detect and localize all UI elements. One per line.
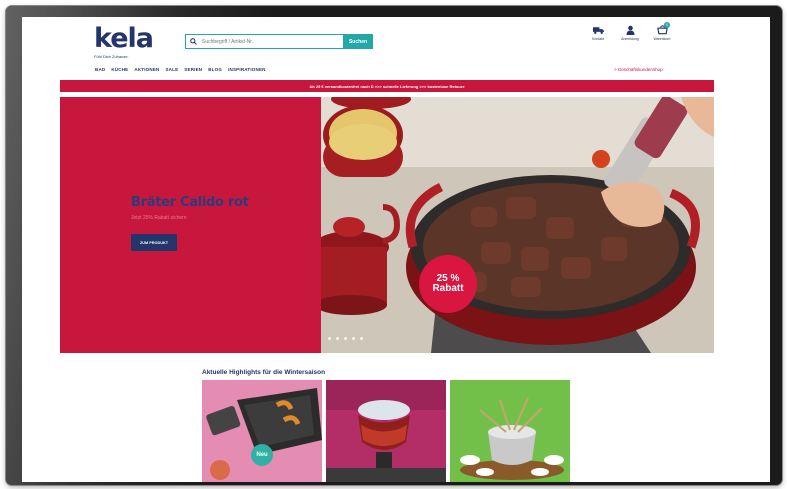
cart-label: Warenkorb (653, 37, 671, 41)
product-button[interactable]: ZUM PRODUKT (131, 234, 177, 251)
slider-dots (328, 337, 363, 340)
business-shop-link[interactable]: > Geschäftskundenshop (614, 67, 663, 72)
search-icon (186, 35, 200, 48)
fondue-photo (326, 380, 446, 482)
highlights-title: Aktuelle Highlights für die Wintersaison (202, 369, 326, 376)
nav-item-blog[interactable]: BLOG (208, 67, 222, 72)
logo-tagline: Fühl Dich Zuhause. (94, 54, 129, 59)
search-bar: Suchen (185, 34, 373, 49)
discount-word: Rabatt (432, 283, 464, 294)
login-label: Anmeldung (621, 37, 639, 41)
nav-item-inspirationen[interactable]: INSPIRATIONEN (228, 67, 266, 72)
contact-label: Kontakt (592, 37, 604, 41)
nav-item-aktionen[interactable]: AKTIONEN (134, 67, 159, 72)
fondue-set-photo (450, 380, 570, 482)
hero-slider: Bräter Calido rot Jetzt 25% Rabatt siche… (60, 97, 714, 353)
highlight-tile-fondue-set[interactable] (450, 380, 570, 482)
hero-subtitle: Jetzt 25% Rabatt sichern (131, 215, 187, 221)
nav-item-kueche[interactable]: KÜCHE (111, 67, 128, 72)
slider-dot[interactable] (344, 337, 347, 340)
slider-dot[interactable] (360, 337, 363, 340)
main-nav: BAD KÜCHE AKTIONEN SALE SERIEN BLOG INSP… (95, 67, 266, 72)
user-icon (626, 25, 634, 35)
nav-item-bad[interactable]: BAD (95, 67, 105, 72)
nav-item-sale[interactable]: SALE (165, 67, 178, 72)
slider-dot[interactable] (328, 337, 331, 340)
browser-screen: kela Fühl Dich Zuhause. Suchen Kontakt A… (22, 17, 770, 482)
promo-text: Ab 25 € versandkostenfrei nach D >>> sch… (309, 83, 465, 89)
header-icons: Kontakt Anmeldung 0 Warenkorb (587, 22, 673, 41)
kela-logo[interactable]: kela Fühl Dich Zuhause. (94, 23, 164, 60)
logo-wordmark: kela (94, 23, 154, 54)
cart-count-badge: 0 (664, 22, 670, 28)
truck-icon (592, 27, 604, 34)
casserole-photo (321, 97, 714, 353)
cart-link[interactable]: 0 Warenkorb (651, 22, 673, 41)
hero-image[interactable]: 25 % Rabatt (321, 97, 714, 353)
highlight-tile-raclette[interactable]: Neu (202, 380, 322, 482)
highlight-tile-fondue[interactable] (326, 380, 446, 482)
slider-dot[interactable] (352, 337, 355, 340)
promo-bar[interactable]: Ab 25 € versandkostenfrei nach D >>> sch… (60, 80, 714, 92)
contact-link[interactable]: Kontakt (587, 25, 609, 41)
hero-title: Bräter Calido rot (131, 195, 249, 210)
search-button[interactable]: Suchen (343, 34, 373, 49)
discount-badge: 25 % Rabatt (419, 255, 477, 313)
search-input[interactable] (200, 35, 343, 48)
new-badge: Neu (251, 444, 273, 466)
slider-dot[interactable] (336, 337, 339, 340)
raclette-photo (202, 380, 322, 482)
nav-item-serien[interactable]: SERIEN (184, 67, 202, 72)
hero-text-panel: Bräter Calido rot Jetzt 25% Rabatt siche… (60, 97, 321, 353)
login-link[interactable]: Anmeldung (619, 25, 641, 41)
